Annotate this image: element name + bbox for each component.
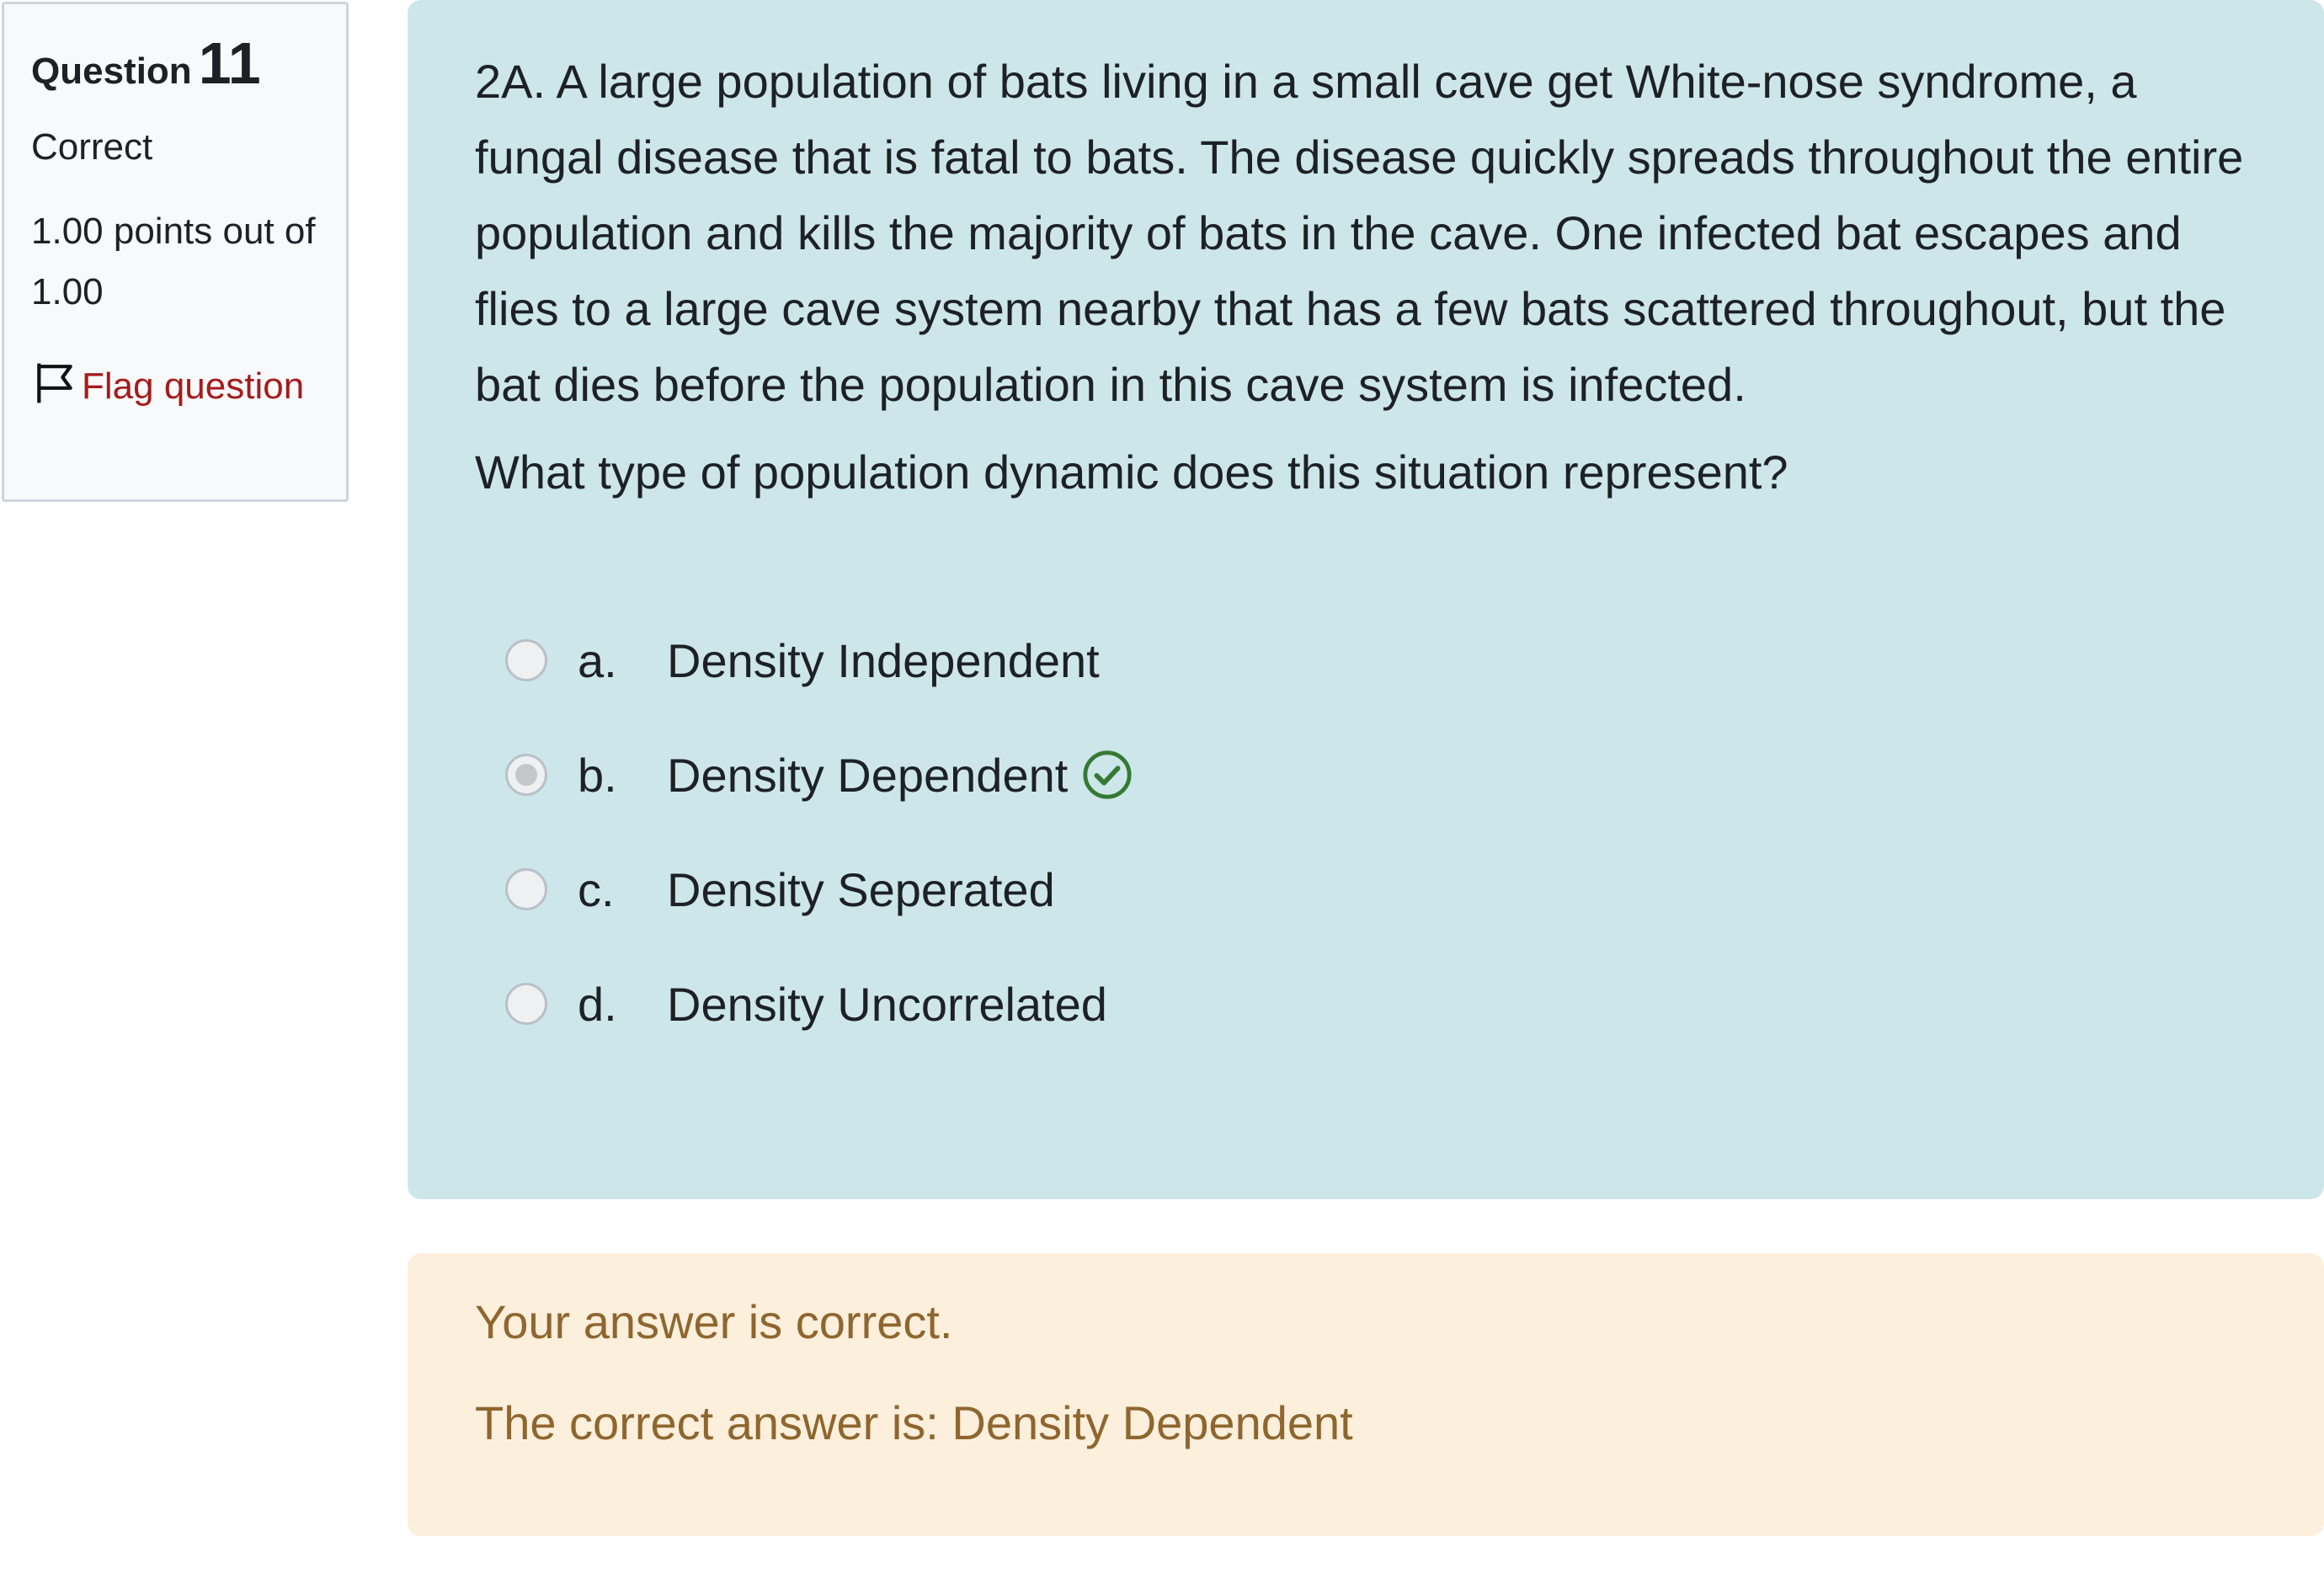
question-prompt: What type of population dynamic does thi… [475, 446, 1788, 499]
answer-letter: b. [578, 748, 617, 802]
radio-button[interactable] [505, 639, 547, 681]
feedback-panel: Your answer is correct. The correct answ… [408, 1253, 2324, 1536]
flag-question-link[interactable]: Flag question [31, 356, 317, 417]
question-label: Question [31, 51, 192, 92]
answer-label: Density Uncorrelated [667, 977, 1107, 1031]
answer-label: Density Dependent [667, 748, 1069, 802]
question-number: 11 [198, 30, 261, 96]
radio-button[interactable] [505, 868, 547, 910]
flag-question-label: Flag question [82, 365, 305, 407]
question-text: 2A. A large population of bats living in… [475, 44, 2273, 510]
question-number-heading: Question 11 [31, 28, 319, 99]
question-body: 2A. A large population of bats living in… [475, 55, 2244, 411]
question-grade: 1.00 points out of 1.00 [31, 211, 316, 312]
answer-option-d[interactable]: d. Density Uncorrelated [475, 947, 2273, 1061]
answer-letter: d. [578, 977, 617, 1031]
question-state: Correct [31, 126, 153, 168]
right-answer: The correct answer is: Density Dependent [475, 1396, 1353, 1449]
specific-feedback: Your answer is correct. [475, 1295, 953, 1348]
answer-letter: c. [578, 862, 615, 916]
answer-option-c[interactable]: c. Density Seperated [475, 832, 2273, 947]
radio-button[interactable] [505, 983, 547, 1025]
correct-check-icon [1083, 750, 1132, 799]
radio-button-selected[interactable] [505, 754, 547, 796]
answer-letter: a. [578, 633, 617, 687]
answer-options: a. Density Independent b. Density Depend… [475, 603, 2273, 1061]
answer-label: Density Seperated [667, 862, 1055, 916]
question-info-panel: Question 11 Correct 1.00 points out of 1.… [2, 2, 349, 502]
question-formulation: 2A. A large population of bats living in… [408, 0, 2324, 1199]
answer-label: Density Independent [667, 633, 1100, 687]
answer-option-b[interactable]: b. Density Dependent [475, 718, 2273, 832]
flag-icon [37, 363, 72, 403]
answer-option-a[interactable]: a. Density Independent [475, 603, 2273, 718]
